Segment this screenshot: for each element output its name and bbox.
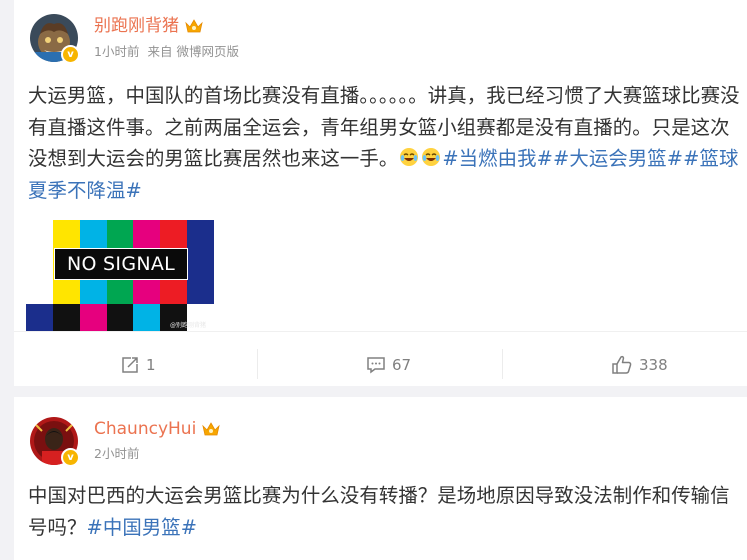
like-count: 338 bbox=[639, 356, 668, 374]
comment-button[interactable]: 67 bbox=[366, 341, 411, 389]
comment-icon bbox=[367, 357, 385, 374]
laugh-cry-emoji-icon bbox=[400, 148, 419, 166]
post-text: 中国对巴西的大运会男篮比赛为什么没有转播？是场地原因导致没法制作和传输信号吗？#… bbox=[28, 480, 744, 543]
topic-link[interactable]: #大运会男篮# bbox=[553, 147, 683, 170]
topic-link[interactable]: #中国男篮# bbox=[86, 516, 197, 539]
weibo-post-card: v 别跑刚背猪 1小时前 来自 微博网页版 大运男篮，中国队的首场比赛没有直播。。… bbox=[14, 0, 747, 386]
author-name[interactable]: 别跑刚背猪 bbox=[94, 16, 179, 36]
author-name[interactable]: ChauncyHui bbox=[94, 419, 196, 439]
post-image[interactable]: NO SIGNAL @别跑刚背猪 bbox=[26, 220, 214, 331]
post-text: 大运男篮，中国队的首场比赛没有直播。。。。。。讲真，我已经习惯了大赛篮球比赛没有… bbox=[28, 80, 744, 206]
post-source[interactable]: 微博网页版 bbox=[176, 44, 239, 59]
repost-icon bbox=[122, 357, 138, 373]
weibo-post-card: v ChauncyHui 2小时前 中国对巴西的大运会男篮比赛为什么没有转播？是… bbox=[14, 397, 747, 560]
like-button[interactable]: 338 bbox=[611, 341, 668, 389]
post-time[interactable]: 2小时前 bbox=[94, 446, 139, 461]
repost-count: 1 bbox=[146, 356, 156, 374]
post-time[interactable]: 1小时前 bbox=[94, 44, 139, 59]
member-crown-icon[interactable] bbox=[202, 421, 221, 437]
verified-badge-icon: v bbox=[61, 448, 80, 467]
user-avatar[interactable]: v bbox=[30, 14, 80, 64]
member-crown-icon[interactable] bbox=[185, 18, 203, 34]
thumbs-up-icon bbox=[612, 355, 632, 374]
image-watermark: @别跑刚背猪 bbox=[169, 322, 206, 329]
topic-link[interactable]: #当燃由我# bbox=[442, 147, 553, 170]
divider bbox=[257, 349, 258, 379]
divider bbox=[502, 349, 503, 379]
verified-badge-icon: v bbox=[61, 45, 80, 64]
laugh-cry-emoji-icon bbox=[422, 148, 441, 166]
divider bbox=[14, 331, 747, 332]
action-bar: 1 67 338 bbox=[14, 341, 747, 389]
no-signal-label: NO SIGNAL bbox=[54, 248, 188, 280]
source-prefix: 来自 bbox=[147, 44, 173, 59]
comment-count: 67 bbox=[392, 356, 412, 374]
user-avatar[interactable]: v bbox=[30, 417, 80, 467]
repost-button[interactable]: 1 bbox=[120, 341, 156, 389]
